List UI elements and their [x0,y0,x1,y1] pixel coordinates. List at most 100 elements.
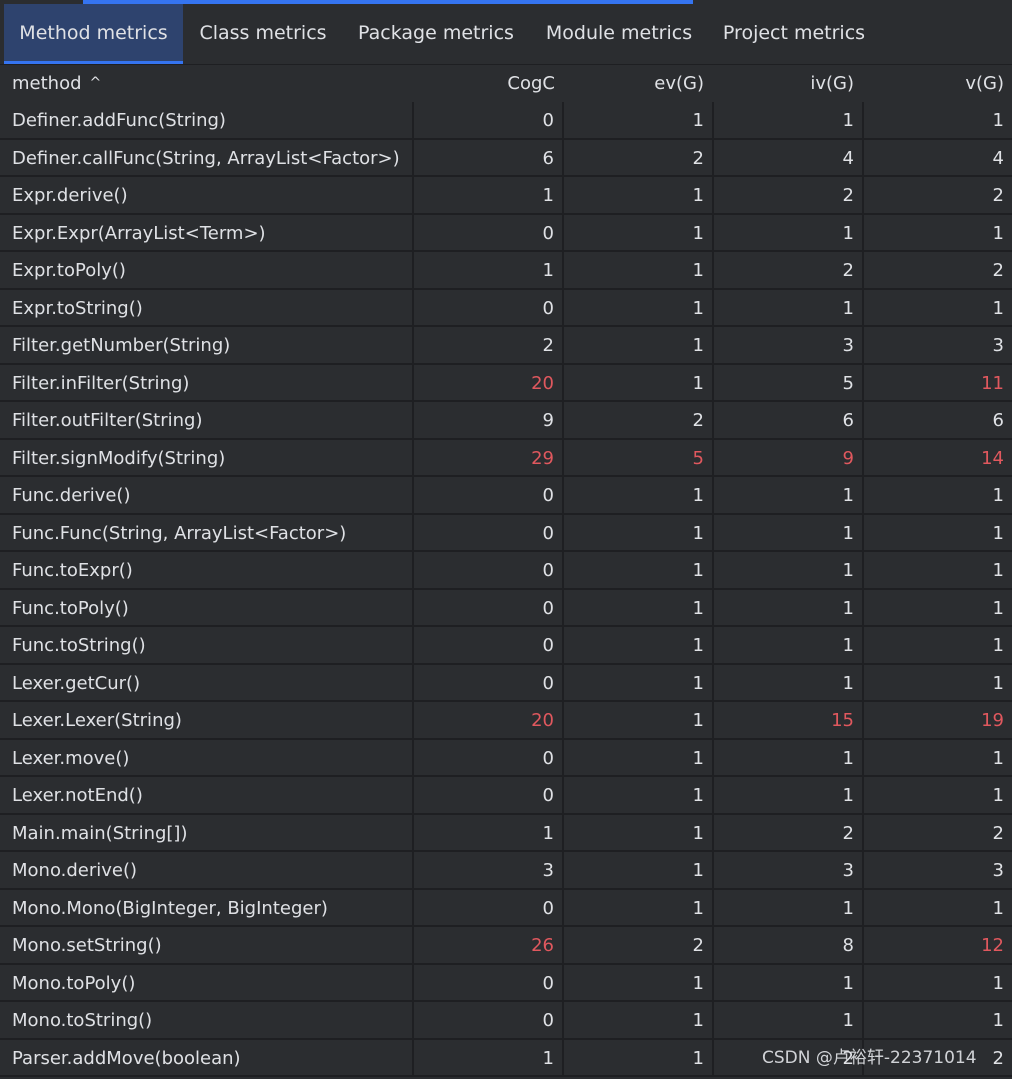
table-row[interactable]: Filter.signModify(String) 29 5 9 14 [0,439,1012,477]
evg-cell: 1 [564,589,714,627]
evg-cell: 5 [564,439,714,477]
vg-cell: 1 [864,665,1012,702]
table-row[interactable]: Func.derive() 0 1 1 1 [0,477,1012,515]
method-cell: Filter.signModify(String) [0,439,414,477]
method-cell: Expr.toPoly() [0,252,414,290]
table-row[interactable]: Mono.derive() 3 1 3 3 [0,852,1012,890]
tab-package-metrics[interactable]: Package metrics [343,4,529,64]
vg-cell: 1 [864,890,1012,927]
table-row[interactable]: Lexer.getCur() 0 1 1 1 [0,664,1012,702]
cogc-cell: 2 [414,327,564,365]
vg-cell: 19 [864,702,1012,740]
ivg-cell: 15 [714,702,864,740]
table-row[interactable]: Mono.setString() 26 2 8 12 [0,927,1012,965]
ivg-cell: 1 [714,1002,864,1040]
column-header-vg[interactable]: v(G) [865,65,1004,102]
table-row[interactable]: Main.main(String[]) 1 1 2 2 [0,814,1012,852]
vg-cell: 1 [864,215,1012,252]
table-row[interactable]: Func.toString() 0 1 1 1 [0,627,1012,665]
cogc-cell: 1 [414,252,564,290]
evg-cell: 1 [564,664,714,702]
vg-cell: 1 [864,552,1012,590]
tab-bar: Method metrics Class metrics Package met… [0,4,1012,64]
table-row[interactable]: Definer.addFunc(String) 0 1 1 1 [0,102,1012,140]
method-cell: Mono.setString() [0,927,414,965]
cogc-cell: 26 [414,927,564,965]
column-header-method[interactable]: method ^ [12,65,392,102]
ivg-cell: 1 [714,664,864,702]
cogc-cell: 0 [414,289,564,327]
ivg-cell: 1 [714,777,864,815]
evg-cell: 1 [564,364,714,402]
table-row[interactable]: Lexer.Lexer(String) 20 1 15 19 [0,702,1012,740]
table-row[interactable]: Mono.toPoly() 0 1 1 1 [0,964,1012,1002]
evg-cell: 1 [564,102,714,140]
table-row[interactable]: Func.toExpr() 0 1 1 1 [0,552,1012,590]
tab-class-metrics[interactable]: Class metrics [185,4,341,64]
evg-cell: 1 [564,177,714,215]
cogc-cell: 1 [414,814,564,852]
ivg-cell: 1 [714,739,864,777]
table-row[interactable]: Mono.Mono(BigInteger, BigInteger) 0 1 1 1 [0,889,1012,927]
metrics-table: method ^ CogC ev(G) iv(G) v(G) Definer.ad… [0,64,1012,1079]
method-cell: Func.toExpr() [0,552,414,590]
vg-cell: 2 [864,252,1012,290]
evg-cell: 1 [564,814,714,852]
table-row[interactable]: Expr.derive() 1 1 2 2 [0,177,1012,215]
tab-project-metrics[interactable]: Project metrics [709,4,879,64]
method-cell: Filter.inFilter(String) [0,364,414,402]
table-row[interactable]: Filter.inFilter(String) 20 1 5 11 [0,364,1012,402]
method-cell: Expr.Expr(ArrayList<Term>) [0,214,414,252]
cogc-cell: 0 [414,664,564,702]
method-cell: Func.Func(String, ArrayList<Factor>) [0,514,414,552]
column-header-evg[interactable]: ev(G) [565,65,704,102]
evg-cell: 1 [564,552,714,590]
tab-module-metrics[interactable]: Module metrics [531,4,707,64]
evg-cell: 1 [564,514,714,552]
vg-cell: 11 [864,365,1012,402]
cogc-cell: 6 [414,139,564,177]
vg-cell: 6 [864,402,1012,440]
method-cell: Lexer.getCur() [0,664,414,702]
table-row[interactable]: Lexer.notEnd() 0 1 1 1 [0,777,1012,815]
cogc-cell: 29 [414,439,564,477]
table-header: method ^ CogC ev(G) iv(G) v(G) [0,65,1012,102]
column-header-ivg[interactable]: iv(G) [715,65,854,102]
table-row[interactable]: Expr.Expr(ArrayList<Term>) 0 1 1 1 [0,214,1012,252]
cogc-cell: 0 [414,739,564,777]
column-header-method-label: method [12,73,82,94]
cogc-cell: 0 [414,552,564,590]
vg-cell: 1 [864,627,1012,665]
method-cell: Definer.callFunc(String, ArrayList<Facto… [0,139,414,177]
evg-cell: 1 [564,252,714,290]
vg-cell: 1 [864,590,1012,627]
cogc-cell: 9 [414,402,564,440]
ivg-cell: 1 [714,552,864,590]
table-row[interactable]: Definer.callFunc(String, ArrayList<Facto… [0,139,1012,177]
table-row[interactable]: Func.toPoly() 0 1 1 1 [0,589,1012,627]
ivg-cell: 1 [714,477,864,515]
cogc-cell: 0 [414,1002,564,1040]
table-row[interactable]: Mono.toString() 0 1 1 1 [0,1002,1012,1040]
vg-cell: 1 [864,777,1012,815]
method-cell: Mono.Mono(BigInteger, BigInteger) [0,889,414,927]
evg-cell: 1 [564,852,714,890]
table-row[interactable]: Filter.getNumber(String) 2 1 3 3 [0,327,1012,365]
ivg-cell: 1 [714,514,864,552]
evg-cell: 1 [564,289,714,327]
column-header-cogc[interactable]: CogC [414,65,555,102]
table-row[interactable]: Expr.toString() 0 1 1 1 [0,289,1012,327]
vg-cell: 2 [864,815,1012,852]
tab-method-metrics[interactable]: Method metrics [4,4,183,64]
table-row[interactable]: Lexer.move() 0 1 1 1 [0,739,1012,777]
ivg-cell: 3 [714,327,864,365]
ivg-cell: 4 [714,139,864,177]
table-row[interactable]: Expr.toPoly() 1 1 2 2 [0,252,1012,290]
ivg-cell: 1 [714,102,864,140]
sort-ascending-icon: ^ [89,75,102,91]
method-cell: Lexer.move() [0,739,414,777]
cogc-cell: 20 [414,702,564,740]
table-row[interactable]: Filter.outFilter(String) 9 2 6 6 [0,402,1012,440]
table-row[interactable]: Func.Func(String, ArrayList<Factor>) 0 1 1 1 [0,514,1012,552]
method-cell: Definer.addFunc(String) [0,102,414,140]
